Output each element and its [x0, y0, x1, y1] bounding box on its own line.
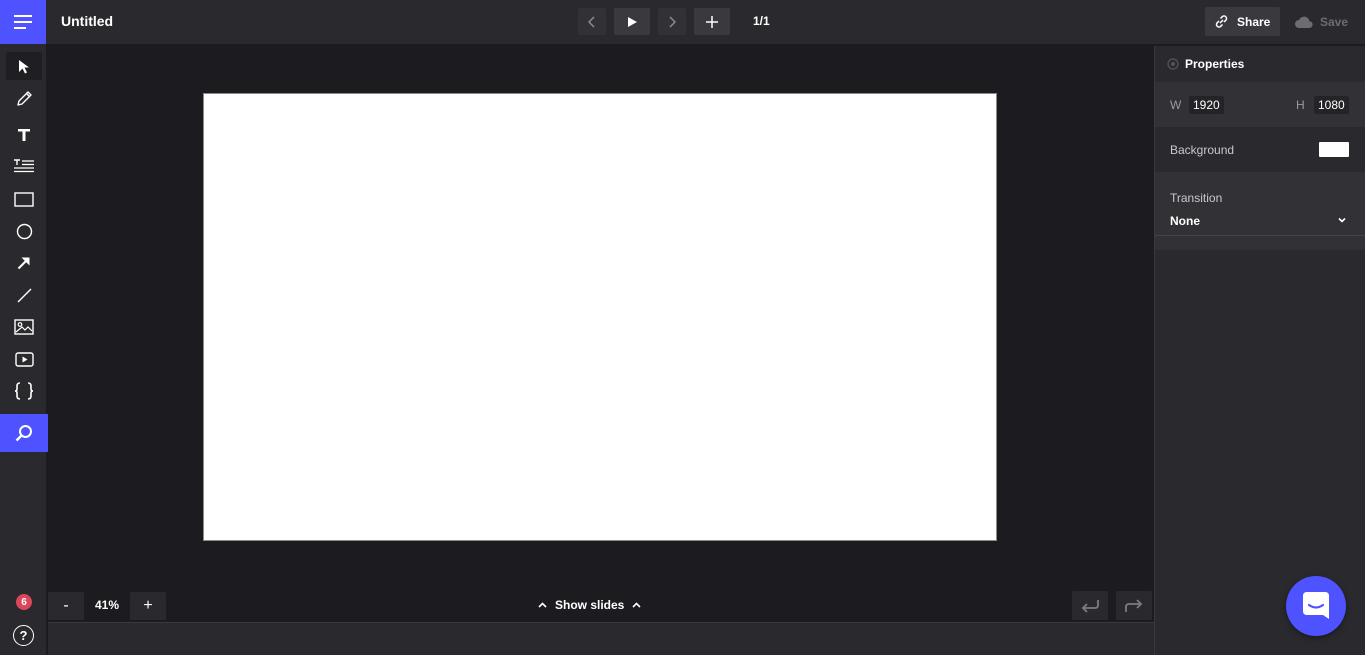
video-tool[interactable] [6, 345, 42, 373]
height-label: H [1296, 98, 1305, 112]
redo-button[interactable] [1116, 591, 1152, 620]
target-icon [1167, 58, 1179, 70]
link-icon [1215, 15, 1228, 28]
pointer-icon [19, 59, 29, 73]
chat-launcher-button[interactable] [1286, 576, 1346, 636]
rectangle-tool[interactable] [6, 185, 42, 213]
play-icon [628, 16, 637, 27]
text-icon [18, 129, 30, 141]
show-slides-label: Show slides [555, 598, 625, 612]
chevron-up-icon [538, 602, 547, 608]
transition-select[interactable]: None [1155, 208, 1365, 236]
zoom-in-button[interactable]: + [130, 592, 166, 620]
width-input[interactable]: 1920 [1189, 96, 1224, 114]
menu-button[interactable] [0, 0, 46, 44]
chevron-up-icon [632, 602, 641, 608]
slide-counter: 1/1 [753, 14, 770, 28]
zoom-out-button[interactable]: - [48, 592, 84, 620]
size-row: W 1920 H 1080 [1155, 82, 1365, 127]
plus-icon [706, 15, 718, 28]
pen-tool[interactable] [6, 84, 42, 112]
pencil-icon [16, 90, 32, 106]
code-tool[interactable] [6, 377, 42, 405]
transition-value: None [1170, 214, 1200, 228]
paragraph-icon [14, 159, 34, 173]
notification-badge[interactable]: 6 [16, 594, 32, 610]
select-tool[interactable] [6, 52, 42, 80]
cloud-icon [1295, 16, 1313, 28]
save-label: Save [1320, 14, 1349, 29]
app-window: Untitled 1/1 Share Save 6 ? - 41% + Show… [0, 0, 1365, 655]
previous-slide-button[interactable] [578, 8, 606, 35]
properties-title: Properties [1185, 57, 1245, 71]
show-slides-toggle[interactable]: Show slides [538, 596, 641, 614]
video-icon [14, 351, 34, 367]
search-tool[interactable] [0, 414, 48, 452]
play-button[interactable] [614, 8, 650, 35]
tool-sidebar: 6 ? [0, 44, 48, 655]
paragraph-tool[interactable] [6, 152, 42, 180]
chat-icon [1303, 592, 1329, 619]
zoom-level: 41% [95, 598, 120, 612]
background-row: Background [1155, 127, 1365, 172]
redo-icon [1125, 598, 1143, 612]
properties-panel: Properties W 1920 H 1080 Background Tran… [1154, 46, 1365, 655]
image-icon [14, 319, 34, 335]
text-tool[interactable] [6, 121, 42, 149]
share-button[interactable]: Share [1205, 7, 1280, 36]
line-tool[interactable] [6, 281, 42, 309]
search-icon [15, 425, 32, 442]
undo-icon [1081, 599, 1099, 613]
document-title[interactable]: Untitled [61, 13, 113, 29]
background-color-swatch[interactable] [1319, 142, 1349, 157]
arrow-tool[interactable] [6, 249, 42, 277]
width-label: W [1170, 98, 1182, 112]
line-icon [17, 288, 31, 302]
help-button[interactable]: ? [13, 625, 34, 646]
image-tool[interactable] [6, 313, 42, 341]
arrow-icon [17, 257, 30, 270]
chevron-down-icon [1338, 217, 1346, 223]
transition-row: Transition None [1155, 172, 1365, 250]
rectangle-icon [14, 191, 34, 207]
slide-canvas[interactable] [203, 93, 997, 541]
transition-label: Transition [1170, 191, 1223, 205]
background-label: Background [1170, 143, 1235, 157]
circle-icon [16, 223, 32, 239]
chevron-left-icon [588, 15, 595, 28]
canvas-area[interactable] [48, 44, 1154, 620]
slides-strip[interactable] [48, 622, 1154, 655]
undo-button[interactable] [1072, 591, 1108, 620]
save-button[interactable]: Save [1288, 7, 1358, 36]
chevron-right-icon [669, 15, 676, 28]
code-braces-icon [14, 382, 34, 400]
height-input[interactable]: 1080 [1314, 96, 1349, 114]
add-slide-button[interactable] [694, 8, 730, 35]
properties-header: Properties [1155, 46, 1365, 82]
share-label: Share [1237, 14, 1271, 29]
hamburger-menu-icon [14, 15, 32, 29]
next-slide-button[interactable] [658, 8, 686, 35]
ellipse-tool[interactable] [6, 217, 42, 245]
top-bar: Untitled 1/1 Share Save [0, 0, 1365, 44]
